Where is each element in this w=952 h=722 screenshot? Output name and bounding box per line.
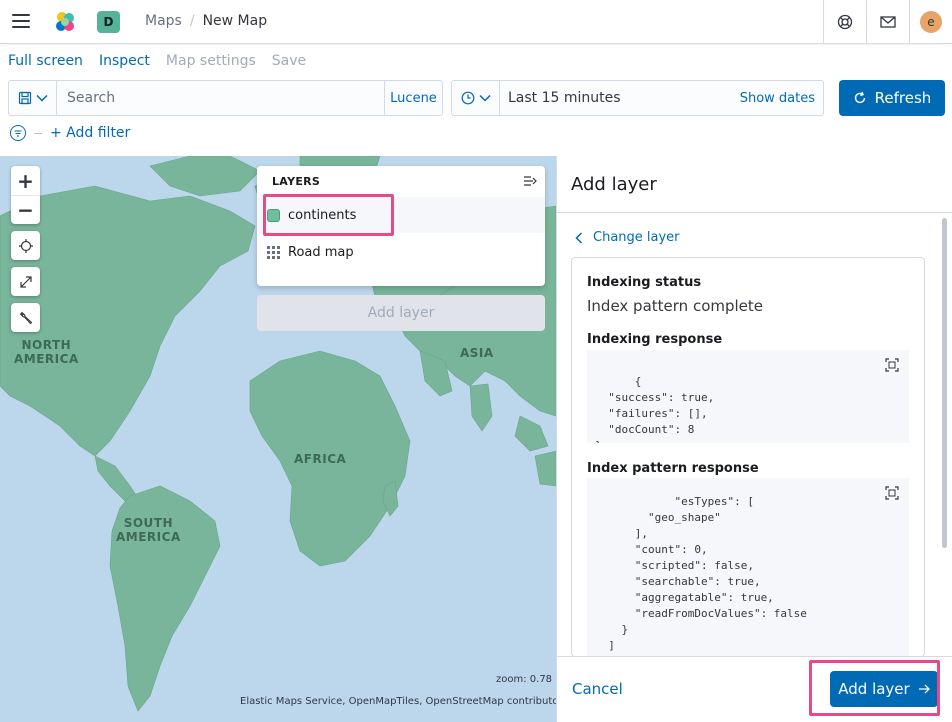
zoom-in-button[interactable]: +	[11, 166, 40, 195]
fullscreen-icon[interactable]	[885, 486, 899, 500]
save-link[interactable]: Save	[272, 53, 306, 69]
zoom-level-text: zoom: 0.78	[496, 674, 553, 685]
divider	[557, 656, 952, 657]
chevron-left-icon	[575, 231, 583, 244]
menu-icon[interactable]	[12, 14, 30, 28]
zoom-out-button[interactable]: −	[11, 195, 40, 224]
breadcrumb: Maps / New Map	[145, 13, 267, 29]
query-language-button[interactable]: Lucene	[384, 81, 442, 115]
crosshair-icon	[18, 238, 33, 253]
full-screen-link[interactable]: Full screen	[8, 53, 83, 69]
zoom-control: + −	[11, 166, 40, 224]
date-range-text[interactable]: Last 15 minutes	[500, 90, 740, 106]
add-layer-flyout: Add layer Change layer Indexing status I…	[556, 156, 952, 722]
label-asia: ASIA	[460, 346, 494, 360]
full-extent-button[interactable]	[11, 267, 40, 296]
cancel-button[interactable]: Cancel	[572, 680, 623, 698]
help-button[interactable]	[823, 0, 866, 44]
inspect-link[interactable]: Inspect	[99, 53, 150, 69]
index-pattern-response-code[interactable]: "esTypes": [ "geo_shape" ], "count": 0, …	[587, 478, 909, 656]
help-icon	[837, 14, 853, 30]
mail-icon	[880, 16, 896, 28]
collapse-icon[interactable]	[523, 175, 537, 187]
divider	[34, 132, 42, 134]
tools-button[interactable]	[11, 303, 40, 332]
filter-bar: + Add filter	[10, 125, 130, 141]
filter-icon	[14, 130, 22, 136]
breadcrumb-separator: /	[189, 13, 195, 29]
fullscreen-icon[interactable]	[885, 358, 899, 372]
grid-icon	[267, 245, 280, 259]
app-header: D Maps / New Map e	[0, 0, 952, 44]
indexing-status-value: Index pattern complete	[587, 297, 764, 315]
saved-query-button[interactable]	[9, 81, 57, 115]
flyout-title: Add layer	[571, 174, 657, 195]
divider	[557, 212, 952, 213]
highlight-box	[809, 660, 940, 716]
date-picker: Last 15 minutes Show dates	[451, 80, 824, 116]
breadcrumb-maps[interactable]: Maps	[145, 13, 182, 29]
chevron-down-icon	[478, 94, 491, 102]
newsfeed-button[interactable]	[866, 0, 909, 44]
change-layer-button[interactable]: Change layer	[575, 230, 680, 245]
refresh-button[interactable]: Refresh	[839, 80, 945, 116]
breadcrumb-new-map: New Map	[202, 13, 268, 29]
layer-item-road-map[interactable]: Road map	[257, 234, 545, 270]
clock-icon	[461, 91, 474, 105]
indexing-response-code[interactable]: { "success": true, "failures": [], "docC…	[587, 350, 909, 443]
search-input[interactable]	[57, 81, 384, 115]
layer-label: Road map	[288, 244, 354, 260]
save-icon	[18, 91, 31, 105]
map-attribution: Elastic Maps Service, OpenMapTiles, Open…	[240, 696, 568, 707]
quick-select-button[interactable]	[452, 81, 500, 115]
code-text: { "success": true, "failures": [], "docC…	[595, 375, 715, 443]
map-settings-link[interactable]: Map settings	[166, 53, 256, 69]
import-status-card: Indexing status Index pattern complete I…	[571, 257, 925, 657]
indexing-response-title: Indexing response	[587, 332, 723, 347]
refresh-label: Refresh	[874, 89, 932, 107]
elastic-logo[interactable]	[53, 10, 77, 34]
add-layer-button-disabled[interactable]: Add layer	[257, 295, 545, 331]
index-pattern-response-title: Index pattern response	[587, 461, 759, 476]
set-view-button[interactable]	[11, 231, 40, 260]
chevron-down-icon	[35, 94, 48, 102]
space-avatar[interactable]: D	[97, 11, 120, 33]
highlight-box	[263, 194, 394, 236]
refresh-icon	[854, 91, 865, 104]
expand-icon	[19, 275, 32, 288]
avatar: e	[920, 11, 942, 33]
change-layer-label: Change layer	[593, 230, 680, 245]
label-south-america: SOUTH AMERICA	[116, 516, 181, 544]
indexing-status-title: Indexing status	[587, 275, 702, 290]
user-menu-button[interactable]: e	[909, 0, 952, 44]
top-nav-menu: Full screen Inspect Map settings Save	[8, 53, 306, 69]
show-dates-button[interactable]: Show dates	[740, 91, 823, 106]
filter-options-button[interactable]	[10, 125, 26, 141]
label-north-america: NORTH AMERICA	[14, 338, 79, 366]
flyout-scrollbar[interactable]	[942, 218, 947, 548]
code-text: "esTypes": [ "geo_shape" ], "count": 0, …	[595, 495, 807, 656]
label-africa: AFRICA	[294, 452, 347, 466]
wrench-icon	[19, 311, 32, 324]
layers-title: LAYERS	[272, 175, 321, 188]
add-filter-button[interactable]: + Add filter	[50, 125, 130, 141]
query-bar: Lucene	[8, 80, 443, 116]
